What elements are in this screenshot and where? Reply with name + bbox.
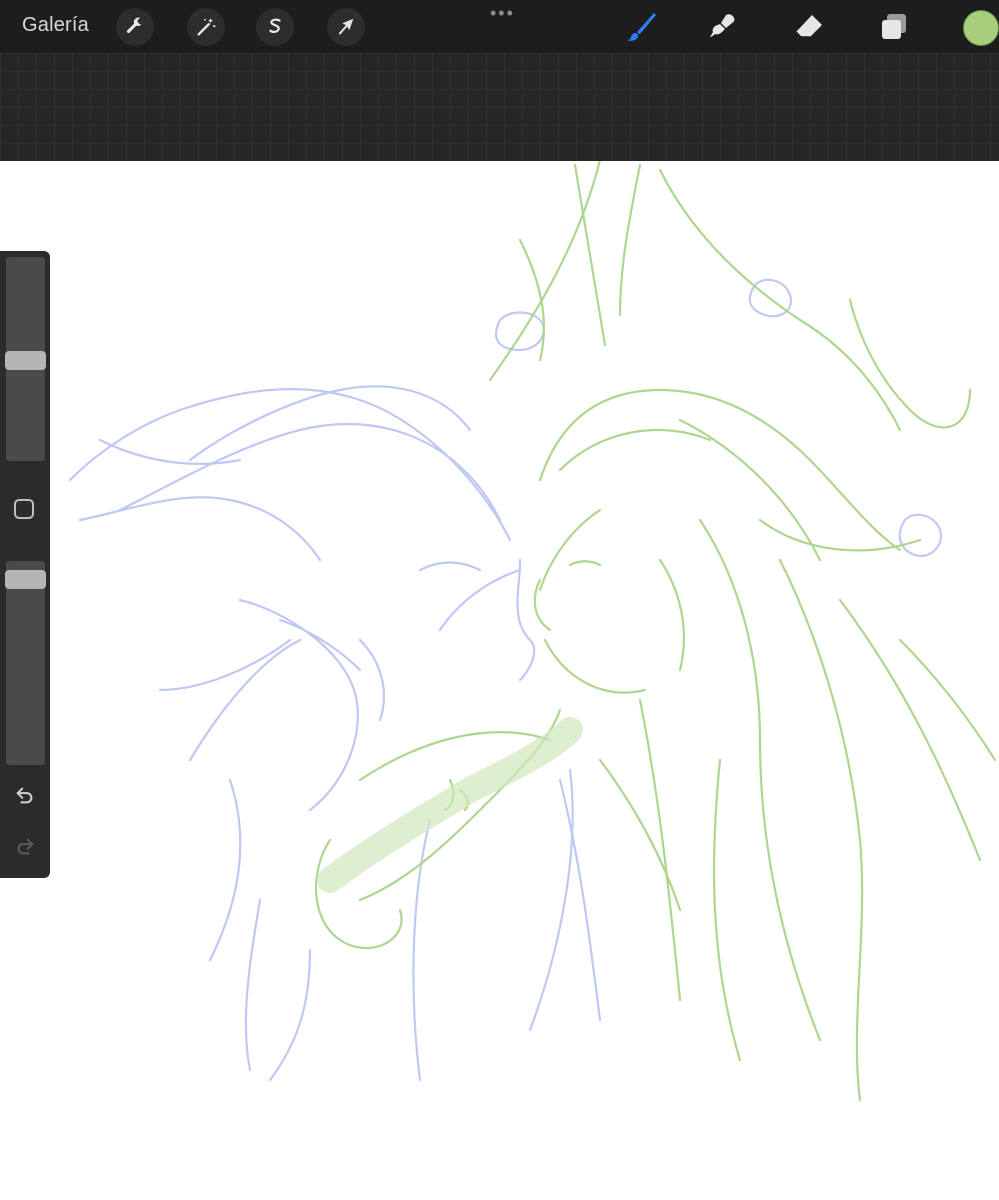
transform-arrow-icon <box>338 18 354 35</box>
blue-figure-sketch <box>68 278 943 1082</box>
modify-button[interactable] <box>14 499 34 519</box>
undo-button[interactable] <box>13 783 37 807</box>
sketch-artwork <box>68 161 997 1102</box>
redo-button[interactable] <box>13 834 37 858</box>
green-figure-sketch <box>315 161 997 1102</box>
redo-icon <box>17 838 34 855</box>
layers-button[interactable] <box>877 10 911 44</box>
hand-shading <box>317 717 583 893</box>
selection-icon <box>269 18 281 33</box>
selection-button[interactable] <box>256 8 294 46</box>
workspace-grid-background <box>0 53 999 161</box>
layers-icon <box>882 14 906 39</box>
adjustments-button[interactable] <box>187 8 225 46</box>
eraser-tool-button[interactable] <box>792 10 826 44</box>
drawing-canvas[interactable] <box>0 161 999 1200</box>
eraser-icon <box>795 15 822 38</box>
magic-wand-icon <box>197 17 216 36</box>
more-options-button[interactable]: ••• <box>490 4 515 22</box>
wrench-icon <box>126 17 143 33</box>
paint-tool-button[interactable] <box>624 10 658 44</box>
smudge-icon <box>710 14 735 37</box>
transform-button[interactable] <box>327 8 365 46</box>
top-toolbar: Galería ••• <box>0 0 999 53</box>
brush-size-slider-thumb[interactable] <box>5 351 46 370</box>
opacity-slider-thumb[interactable] <box>5 570 46 589</box>
actions-button[interactable] <box>116 8 154 46</box>
undo-icon <box>16 787 33 804</box>
smudge-tool-button[interactable] <box>707 10 741 44</box>
brush-size-slider[interactable] <box>5 257 46 461</box>
gallery-button[interactable]: Galería <box>22 14 89 37</box>
color-swatch-button[interactable] <box>963 10 999 46</box>
left-sidebar <box>0 251 50 878</box>
brush-icon <box>627 13 656 41</box>
opacity-slider[interactable] <box>5 561 46 765</box>
